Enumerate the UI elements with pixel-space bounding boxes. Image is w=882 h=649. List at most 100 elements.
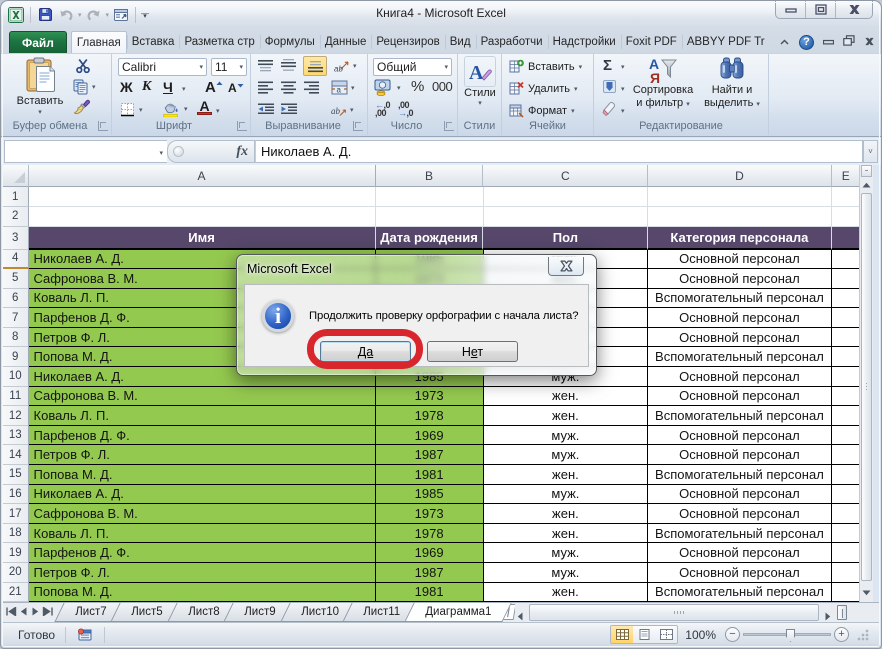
font-color-button[interactable]: А (197, 101, 212, 115)
copy-icon[interactable]: ▾ (72, 78, 96, 95)
workbook-restore-icon[interactable] (843, 33, 855, 51)
italic-button[interactable]: К (142, 79, 152, 95)
font-size-combo[interactable]: 11▾ (211, 58, 247, 76)
clear-dropdown[interactable]: ▾ (621, 107, 625, 115)
cell[interactable]: жен. (484, 504, 649, 524)
row-header-1[interactable]: 1 (3, 187, 29, 207)
page-break-view-button[interactable] (655, 626, 677, 643)
column-header-D[interactable]: D (648, 165, 831, 187)
cell[interactable]: Основной персонал (648, 269, 831, 289)
cell[interactable]: Коваль Л. П. (29, 524, 376, 544)
decrease-decimal-icon[interactable]: ,00→,0 (398, 101, 413, 117)
horizontal-scroll-thumb[interactable] (529, 604, 819, 621)
cell[interactable]: 1969 (376, 426, 484, 446)
row-header-19[interactable]: 19 (3, 543, 29, 563)
align-bottom-button-active[interactable] (303, 56, 327, 76)
insert-cells-button[interactable]: Вставить▾ (509, 59, 582, 74)
clear-button[interactable] (602, 101, 618, 116)
ribbon-tab-3[interactable]: Разметка стр (179, 31, 259, 53)
combo-dropdown-arrow[interactable]: ▾ (239, 63, 243, 71)
shrink-font-button[interactable]: А (228, 81, 244, 95)
cell[interactable]: жен. (484, 465, 649, 485)
row-header-4[interactable]: 4 (3, 250, 29, 270)
cell[interactable]: 1987 (376, 445, 484, 465)
row-header-2[interactable]: 2 (3, 207, 29, 227)
ribbon-tab-5[interactable]: Данные (320, 31, 372, 53)
row-header-17[interactable]: 17 (3, 504, 29, 524)
cell[interactable] (832, 308, 861, 328)
clipboard-dialog-launcher[interactable] (98, 121, 108, 131)
cell[interactable]: Сафронова В. М. (29, 387, 376, 407)
ribbon-tab-6[interactable]: Рецензиров (371, 31, 444, 53)
cell[interactable]: 1985 (376, 485, 484, 505)
ribbon-tab-11[interactable]: ABBYY PDF Tr (682, 31, 770, 53)
column-header-C[interactable]: C (483, 165, 648, 187)
row-header-8[interactable]: 8 (3, 328, 29, 348)
combo-dropdown-arrow[interactable]: ▾ (444, 63, 448, 71)
last-sheet-icon[interactable] (42, 607, 53, 618)
cell[interactable] (832, 524, 861, 544)
cut-icon[interactable] (75, 58, 91, 74)
row-header-10[interactable]: 10 (3, 367, 29, 387)
dropdown-arrow[interactable]: ▾ (92, 83, 96, 91)
zoom-out-button[interactable]: − (725, 627, 740, 642)
dropdown-arrow[interactable]: ▾ (397, 84, 401, 92)
cell[interactable]: 1981 (376, 465, 484, 485)
formula-input[interactable]: Николаев А. Д. (255, 140, 863, 163)
cell[interactable] (832, 328, 861, 348)
cell[interactable]: Николаев А. Д. (29, 485, 376, 505)
column-header-B[interactable]: B (376, 165, 484, 187)
cell[interactable] (832, 465, 861, 485)
cell[interactable] (832, 504, 861, 524)
cell[interactable]: жен. (484, 583, 649, 602)
autosum-button[interactable]: Σ (603, 57, 612, 74)
cell[interactable] (376, 207, 484, 227)
ribbon-tab-2[interactable]: Вставка (127, 31, 180, 53)
dropdown-arrow[interactable]: ▾ (574, 85, 578, 93)
format-painter-icon[interactable] (73, 98, 91, 116)
cell[interactable] (484, 187, 649, 207)
row-header-13[interactable]: 13 (3, 426, 29, 446)
ribbon-tab-1[interactable]: Главная (71, 31, 127, 53)
row-header-18[interactable]: 18 (3, 524, 29, 544)
borders-button[interactable]: ▾ (120, 102, 143, 117)
ribbon-tab-9[interactable]: Надстройки (548, 31, 621, 53)
cell[interactable]: жен. (484, 387, 649, 407)
cell[interactable] (832, 485, 861, 505)
cell[interactable] (29, 207, 376, 227)
cell[interactable] (832, 269, 861, 289)
formula-bar-expand-icon[interactable]: ˅ (863, 140, 878, 163)
cell[interactable]: муж. (484, 445, 649, 465)
cell[interactable]: Петров Ф. Л. (29, 563, 376, 583)
normal-view-button[interactable] (611, 626, 633, 643)
cell[interactable]: 1987 (376, 563, 484, 583)
percent-style-icon[interactable]: % (411, 78, 424, 95)
number-dialog-launcher[interactable] (444, 121, 454, 131)
cell[interactable]: Основной персонал (648, 367, 831, 387)
macro-record-icon[interactable] (76, 626, 94, 644)
cell[interactable] (832, 187, 861, 207)
styles-button[interactable]: А Стили ▾ (460, 56, 500, 107)
scroll-down-button[interactable] (861, 586, 872, 600)
zoom-slider[interactable] (743, 633, 831, 636)
find-select-button[interactable]: Найти и выделить ▾ (702, 56, 762, 111)
vertical-split-handle[interactable] (861, 165, 872, 177)
cell[interactable]: Вспомогательный персонал (648, 524, 831, 544)
align-right-icon[interactable] (304, 81, 319, 94)
cell[interactable]: 1978 (376, 524, 484, 544)
cell[interactable]: Основной персонал (648, 504, 831, 524)
sheet-tab-Диаграмма1[interactable]: Диаграмма1 (405, 603, 512, 622)
cell[interactable]: Основной персонал (648, 563, 831, 583)
column-header-E[interactable]: E (832, 165, 861, 187)
cell[interactable]: Дата рождения (376, 227, 484, 250)
vertical-scroll-thumb[interactable] (861, 193, 872, 581)
comma-style-icon[interactable]: 000 (432, 79, 452, 94)
cell[interactable]: Парфенов Д. Ф. (29, 543, 376, 563)
cell[interactable] (484, 207, 649, 227)
cell[interactable] (832, 387, 861, 407)
insert-function-icon[interactable]: fx (236, 144, 248, 160)
dropdown-arrow[interactable]: ▾ (353, 62, 357, 70)
cell[interactable]: Основной персонал (648, 328, 831, 348)
zoom-level[interactable]: 100% (685, 628, 716, 642)
cell[interactable] (832, 227, 861, 250)
